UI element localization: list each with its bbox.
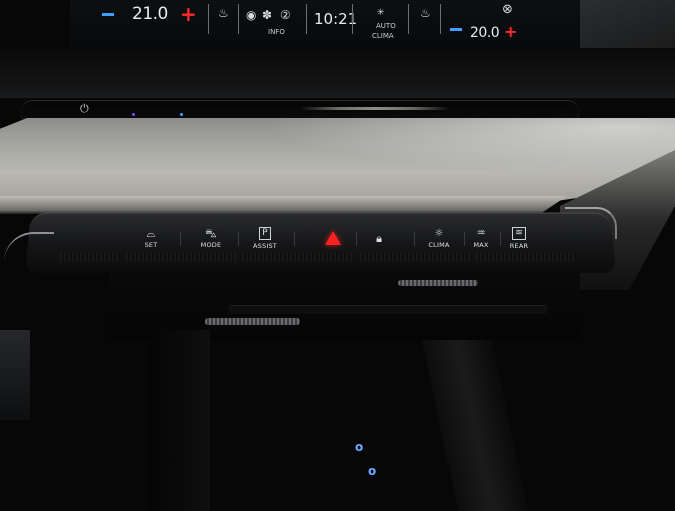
right-temp-minus-button[interactable] xyxy=(450,28,462,31)
screen-separator xyxy=(238,4,239,34)
chrome-trim-left xyxy=(4,232,54,274)
seat-heat-icon[interactable]: ♨ xyxy=(218,6,229,20)
screen-separator xyxy=(408,4,409,34)
right-temp-plus-button[interactable]: + xyxy=(504,22,517,41)
panel-grille xyxy=(476,252,576,262)
button-divider xyxy=(294,232,295,246)
mode-button-label: MODE xyxy=(200,240,222,249)
assist-button[interactable]: P ASSIST xyxy=(238,220,292,256)
panel-grille xyxy=(60,252,120,262)
rear-button-label: REAR xyxy=(509,241,529,250)
screen-separator xyxy=(440,4,441,34)
left-temp-value: 21.0 xyxy=(132,4,168,24)
infotainment-screen[interactable]: 21.0 + ♨ ◉ ✽ ② INFO 10:21 AUTO CLIMA ✳ ♨… xyxy=(70,0,580,50)
assist-button-label: ASSIST xyxy=(253,241,277,250)
screen-separator xyxy=(352,4,353,34)
car-front-icon: ⛍ xyxy=(205,226,217,240)
panel-grille xyxy=(360,252,470,262)
clima-label[interactable]: CLIMA xyxy=(372,32,394,40)
console-tunnel-right xyxy=(421,340,529,511)
steering-heat-icon[interactable]: ◉ xyxy=(246,8,256,22)
defrost-rear-icon: ≋ xyxy=(512,226,526,240)
auto-label[interactable]: AUTO xyxy=(376,22,396,30)
left-temp-minus-button[interactable] xyxy=(102,13,114,16)
vent-chrome-slit xyxy=(300,107,450,110)
indicator-led xyxy=(180,113,183,116)
screen-separator xyxy=(306,4,307,34)
seat-fabric xyxy=(0,330,30,420)
panel-grille xyxy=(126,252,236,262)
hazard-icon xyxy=(325,231,341,245)
chrome-slot-upper xyxy=(398,280,478,286)
power-icon[interactable]: ⏻ xyxy=(80,102,89,116)
fan-level-icon[interactable]: ② xyxy=(280,8,291,22)
chrome-trim-right xyxy=(565,207,617,239)
car-icon: ⌓ xyxy=(146,226,156,240)
screen-separator xyxy=(208,4,209,34)
storage-slot xyxy=(228,305,548,314)
defrost-front-icon: ♒ xyxy=(476,227,486,239)
sun-icon: ☼ xyxy=(434,227,444,239)
max-button-label: MAX xyxy=(473,240,489,249)
left-temp-plus-button[interactable]: + xyxy=(180,2,197,26)
parking-icon: P xyxy=(259,226,271,240)
rear-defrost-button[interactable]: ≋ REAR xyxy=(492,220,546,256)
panel-grille xyxy=(242,252,352,262)
set-button[interactable]: ⌓ SET xyxy=(124,220,178,256)
lock-button[interactable]: 🔒︎ xyxy=(352,220,406,256)
set-button-label: SET xyxy=(144,240,158,249)
clima-button-label: CLIMA xyxy=(428,240,450,249)
button-divider xyxy=(180,232,181,246)
lock-icon: 🔒︎ xyxy=(376,231,382,245)
indicator-led xyxy=(132,113,135,116)
clock-time: 10:21 xyxy=(314,10,358,28)
textured-dashboard-panel xyxy=(0,118,675,208)
info-label[interactable]: INFO xyxy=(268,28,285,36)
fan-icon[interactable]: ✽ xyxy=(262,8,272,22)
car-interior-photo: 21.0 + ♨ ◉ ✽ ② INFO 10:21 AUTO CLIMA ✳ ♨… xyxy=(0,0,675,511)
mode-button[interactable]: ⛍ MODE xyxy=(184,220,238,256)
auto-icon: ✳ xyxy=(377,8,385,18)
chrome-slot-lower xyxy=(205,318,300,325)
ambient-light-dot: o xyxy=(368,464,377,478)
dashboard-black-trim xyxy=(0,48,675,98)
right-temp-value: 20.0 xyxy=(470,25,500,41)
seat-heat-right-icon[interactable]: ♨ xyxy=(420,6,431,20)
ambient-light-dot: o xyxy=(355,440,364,454)
menu-circle-icon[interactable]: ⊗ xyxy=(502,2,513,17)
console-tunnel-left xyxy=(150,330,210,511)
